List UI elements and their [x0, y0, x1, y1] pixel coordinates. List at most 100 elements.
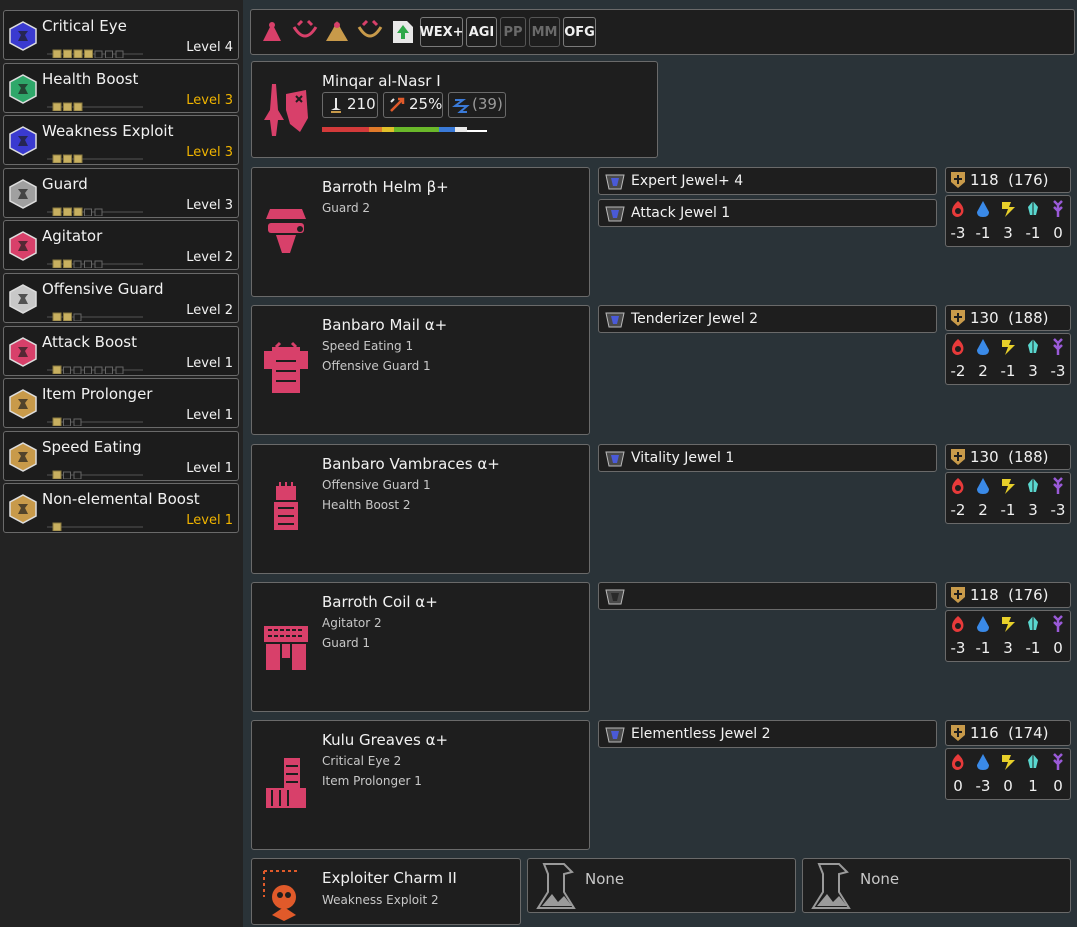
skill-row[interactable]: Offensive Guard Level 2	[3, 273, 239, 323]
monster-icon-2[interactable]	[290, 16, 320, 48]
decoration-slot[interactable]: Tenderizer Jewel 2	[598, 305, 937, 334]
resistance-value: 1	[1028, 777, 1038, 796]
sleep-element-icon	[452, 99, 470, 113]
defense-icon	[951, 725, 965, 742]
decoration-slot[interactable]: Attack Jewel 1	[598, 199, 937, 227]
decoration-name: Expert Jewel+ 4	[631, 173, 744, 189]
defense-box: 130 (188)	[945, 305, 1071, 332]
skill-list: Critical Eye Level 4 Health Boost Level 3 We…	[0, 0, 243, 927]
defense-box: 130 (188)	[945, 443, 1071, 470]
set-bonus-button-wex-plus[interactable]: WEX+	[419, 17, 464, 47]
resistance-value: -1	[1025, 638, 1041, 657]
armor-panel-chest[interactable]: Banbaro Mail α+ Speed Eating 1 Offensive G…	[251, 305, 590, 436]
decoration-slot[interactable]	[598, 581, 937, 610]
armor-skill: Offensive Guard 1	[322, 359, 431, 374]
waist-armor-icon	[264, 625, 308, 670]
armor-panel-waist[interactable]: Barroth Coil α+ Agitator 2 Guard 1	[251, 581, 590, 712]
pips-graphic	[47, 207, 143, 217]
decoration-jewel-icon	[605, 589, 625, 605]
armor-skill: Health Boost 2	[322, 497, 411, 512]
monster-icon-3[interactable]	[322, 16, 352, 48]
ice-res-icon	[1028, 615, 1038, 630]
defense-box: 118 (176)	[945, 167, 1071, 193]
skill-icon	[9, 178, 37, 209]
resistance-box: 0 -3 0 1 0	[945, 748, 1071, 801]
skill-icon	[9, 231, 37, 262]
dragon-res-icon	[1053, 615, 1063, 632]
armor-panel-head[interactable]: Barroth Helm β+ Guard 2	[251, 167, 590, 297]
defense-value: 130 (188)	[970, 447, 1049, 466]
decoration-name: Vitality Jewel 1	[631, 449, 735, 466]
sharpness-segment	[381, 127, 394, 132]
decoration-jewel-icon	[605, 451, 625, 467]
empty-slot-label: None	[860, 870, 900, 888]
defense-icon	[951, 586, 965, 603]
armor-name: Barroth Coil α+	[322, 592, 438, 611]
skill-icon	[9, 126, 37, 157]
charm-panel[interactable]: Exploiter Charm II Weakness Exploit 2	[251, 858, 521, 925]
skill-row[interactable]: Weakness Exploit Level 3	[3, 115, 239, 166]
decoration-slot[interactable]: Expert Jewel+ 4	[598, 167, 937, 195]
skill-name: Agitator	[42, 227, 103, 246]
upgrade-icon[interactable]	[387, 16, 417, 48]
skill-level-pips	[47, 516, 143, 532]
decoration-slot[interactable]: Elementless Jewel 2	[598, 720, 937, 749]
set-bonus-button-pp[interactable]: PP	[500, 17, 526, 47]
skill-row[interactable]: Guard Level 3	[3, 167, 239, 218]
defense-value: 118 (176)	[970, 585, 1049, 604]
decoration-jewel-icon	[605, 206, 625, 222]
sharpness-bar	[322, 127, 497, 132]
set-bonus-button-mm[interactable]: MM	[529, 17, 560, 47]
resistance-value: -2	[950, 362, 966, 381]
skill-row[interactable]: Agitator Level 2	[3, 220, 239, 271]
skill-level: Level 3	[186, 197, 233, 213]
fire-res-icon	[952, 201, 964, 217]
empty-slot-1[interactable]: None	[527, 858, 796, 913]
monster-icon-1[interactable]	[257, 16, 287, 48]
thunder-res-icon	[1002, 340, 1015, 356]
armor-skill: Speed Eating 1	[322, 339, 414, 354]
resistance-value: 0	[1053, 638, 1063, 657]
armor-skill: Agitator 2	[322, 615, 382, 630]
armor-panel-legs[interactable]: Kulu Greaves α+ Critical Eye 2 Item Prolon…	[251, 720, 590, 851]
empty-slot-2[interactable]: None	[802, 858, 1071, 913]
skill-icon	[9, 494, 37, 525]
defense-icon	[951, 172, 965, 188]
armor-panel-arms[interactable]: Banbaro Vambraces α+ Offensive Guard 1 Hea…	[251, 443, 590, 574]
skill-row[interactable]: Speed Eating Level 1	[3, 430, 239, 481]
armor-skill: Offensive Guard 1	[322, 477, 431, 492]
decoration-slot[interactable]: Vitality Jewel 1	[598, 443, 937, 472]
water-res-icon	[977, 615, 989, 632]
pips-graphic	[47, 102, 143, 112]
skill-name: Health Boost	[42, 69, 139, 88]
pips-graphic	[47, 365, 143, 375]
skill-name: Offensive Guard	[42, 280, 164, 298]
decoration-jewel-icon	[605, 727, 625, 743]
set-bonus-button-agi[interactable]: AGI	[466, 17, 497, 47]
skill-name: Attack Boost	[42, 332, 137, 351]
thunder-res-icon	[1002, 755, 1015, 771]
element-value: (39)	[472, 95, 503, 113]
legs-armor-icon	[266, 758, 306, 809]
skill-level-pips	[47, 411, 143, 427]
skill-name: Weakness Exploit	[42, 122, 174, 141]
monster-icon-4[interactable]	[355, 16, 385, 48]
weapon-panel[interactable]: Minqar al-Nasr I 210 25% (39)	[251, 61, 658, 158]
skill-row[interactable]: Attack Boost Level 1	[3, 325, 239, 376]
resistance-value: -3	[950, 224, 966, 242]
decoration-jewel-icon	[605, 312, 625, 328]
skill-row[interactable]: Health Boost Level 3	[3, 62, 239, 113]
resistance-box: -3 -1 3 -1 0	[945, 195, 1071, 247]
water-res-icon	[977, 477, 989, 494]
dragon-res-icon	[1053, 753, 1063, 771]
ice-res-icon	[1028, 754, 1038, 769]
resistance-value: -1	[1025, 224, 1041, 242]
water-res-icon	[977, 754, 989, 771]
skill-level: Level 1	[186, 513, 233, 529]
chest-armor-icon	[264, 342, 308, 394]
set-bonus-button-ofg[interactable]: OFG	[563, 17, 596, 47]
resistance-value: 0	[953, 777, 963, 796]
skill-row[interactable]: Critical Eye Level 4	[3, 10, 239, 60]
skill-row[interactable]: Non-elemental Boost Level 1	[3, 483, 239, 534]
skill-row[interactable]: Item Prolonger Level 1	[3, 378, 239, 429]
